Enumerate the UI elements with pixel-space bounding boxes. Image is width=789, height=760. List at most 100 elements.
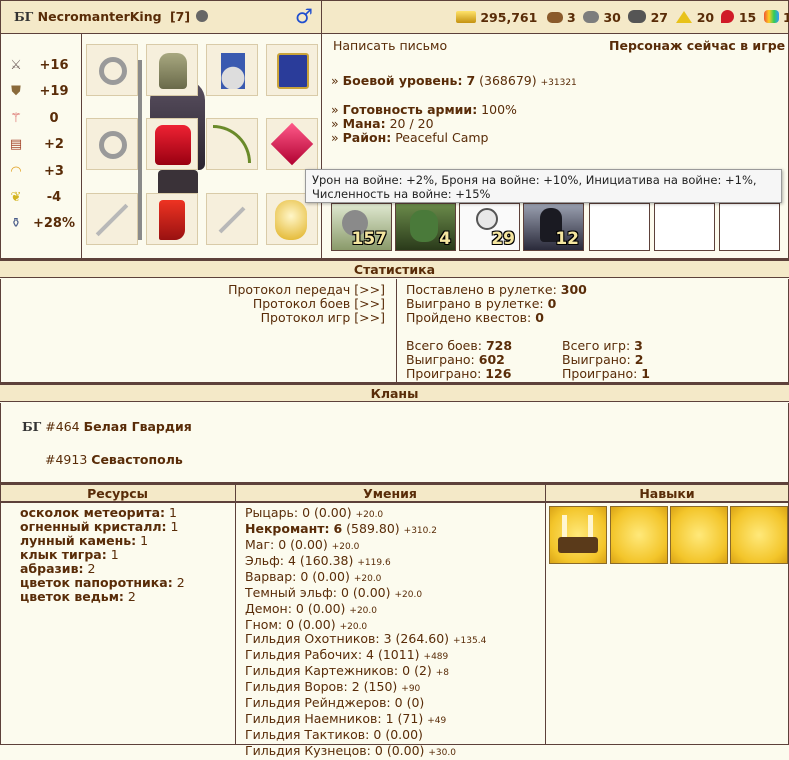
stat-initiative-value: +28% bbox=[32, 216, 75, 231]
faction-delta: +310.2 bbox=[403, 526, 437, 536]
stat-knowledge: ▤ +2 bbox=[0, 137, 82, 159]
player-name-link[interactable]: NecromanterKing bbox=[38, 9, 162, 24]
guild-delta: +135.4 bbox=[453, 636, 487, 646]
stat-morale-value: -4 bbox=[46, 190, 62, 205]
guild-value: (0) bbox=[406, 695, 425, 710]
stat-initiative: ⚱ +28% bbox=[0, 216, 82, 238]
value: 728 bbox=[485, 338, 513, 353]
district-row: » Район: Peaceful Camp bbox=[331, 131, 488, 145]
combat-level-label: Боевой уровень: bbox=[342, 73, 463, 88]
resource-count: 1 bbox=[140, 533, 149, 548]
equip-ruby[interactable] bbox=[266, 118, 318, 170]
mercury-icon bbox=[628, 10, 647, 23]
game-log-link[interactable]: [>>] bbox=[354, 310, 385, 325]
transfer-log-link[interactable]: [>>] bbox=[354, 282, 385, 297]
guild-value: (0.00) bbox=[386, 743, 425, 758]
resource-count: 2 bbox=[176, 575, 185, 590]
mana-value: 20 / 20 bbox=[389, 116, 434, 131]
book-icon: ▤ bbox=[9, 137, 23, 152]
armor-icon bbox=[155, 125, 191, 165]
equip-armor[interactable] bbox=[146, 118, 198, 170]
online-status: Персонаж сейчас в игре bbox=[609, 38, 786, 53]
candles-book-icon bbox=[558, 537, 598, 553]
equip-ring-2[interactable] bbox=[86, 118, 138, 170]
army-ready-row: » Готовность армии: 100% bbox=[331, 103, 517, 117]
player-level: [7] bbox=[169, 9, 191, 24]
bullet: » bbox=[331, 130, 339, 145]
talent-slot-4[interactable] bbox=[730, 506, 788, 564]
stat-defense: ⛊ +19 bbox=[0, 84, 82, 106]
faction-name: Некромант: bbox=[245, 521, 330, 536]
clans-header: Кланы bbox=[0, 383, 789, 402]
equip-boots[interactable] bbox=[146, 193, 198, 245]
guild-level: 0 bbox=[373, 727, 382, 742]
battle-log-row: Протокол боев [>>] bbox=[253, 297, 385, 311]
faction-row: Рыцарь: 0 (0.00) +20.0 bbox=[245, 506, 437, 522]
guild-level: 4 bbox=[366, 647, 374, 662]
army-slot-6 bbox=[654, 203, 715, 251]
write-letter-link[interactable]: Написать письмо bbox=[333, 39, 447, 53]
equip-spellbook[interactable] bbox=[266, 44, 318, 96]
guild-value: (0.00) bbox=[385, 727, 423, 742]
games-lost: Проиграно: 1 bbox=[562, 367, 650, 381]
army-slot-1[interactable]: 157 bbox=[331, 203, 392, 251]
equip-ring-1[interactable] bbox=[86, 44, 138, 96]
faction-name: Гном: bbox=[245, 617, 283, 632]
gems-icon bbox=[763, 10, 779, 23]
label: Всего боев: bbox=[406, 338, 482, 353]
dagger-icon bbox=[218, 206, 246, 234]
equip-dagger[interactable] bbox=[206, 193, 258, 245]
value: 300 bbox=[560, 282, 587, 297]
army-slot-4[interactable]: 12 bbox=[523, 203, 584, 251]
guild-row: Гильдия Воров: 2 (150) +90 bbox=[245, 680, 486, 696]
value: 0 bbox=[547, 296, 557, 311]
equip-sword[interactable] bbox=[86, 193, 138, 245]
clan-link[interactable]: #4913 bbox=[45, 452, 87, 467]
guild-value: (2) bbox=[414, 663, 432, 678]
skeleton-icon bbox=[476, 208, 498, 230]
resource-count: 2 bbox=[127, 589, 136, 604]
game-log-row: Протокол игр [>>] bbox=[261, 311, 385, 325]
talent-slot-1[interactable] bbox=[549, 506, 607, 564]
guild-row: Гильдия Тактиков: 0 (0.00) bbox=[245, 728, 486, 744]
guild-level-link[interactable]: 3 bbox=[384, 631, 392, 646]
army-slot-3[interactable]: 29 bbox=[459, 203, 520, 251]
faction-row: Некромант: 6 (589.80) +310.2 bbox=[245, 522, 437, 538]
district-link[interactable]: Peaceful Camp bbox=[395, 130, 488, 145]
faction-row: Демон: 0 (0.00) +20.0 bbox=[245, 602, 437, 618]
talent-slot-3[interactable] bbox=[670, 506, 728, 564]
crystal-icon bbox=[721, 10, 735, 23]
clans-panel bbox=[0, 403, 789, 483]
guild-value: (150) bbox=[363, 679, 398, 694]
sulfur-value: 20 bbox=[696, 10, 715, 25]
guild-name: Гильдия Рейнджеров: bbox=[245, 695, 391, 710]
equip-medal[interactable] bbox=[206, 44, 258, 96]
guild-row: Гильдия Кузнецов: 0 (0.00) +30.0 bbox=[245, 744, 486, 760]
ring-icon bbox=[99, 131, 127, 159]
battle-log-link[interactable]: [>>] bbox=[354, 296, 385, 311]
equip-bow[interactable] bbox=[206, 118, 258, 170]
transfer-log-row: Протокол передач [>>] bbox=[228, 283, 385, 297]
army-ready-label: Готовность армии: bbox=[342, 102, 478, 117]
army-slot-2[interactable]: 4 bbox=[395, 203, 456, 251]
equip-cloak[interactable] bbox=[146, 44, 198, 96]
resource-name: огненный кристалл: bbox=[20, 519, 167, 534]
faction-value: 4 (160.38) bbox=[287, 553, 354, 568]
resource-item: цветок папоротника: 2 bbox=[20, 576, 185, 590]
guild-level: 0 bbox=[394, 695, 403, 710]
bullet: » bbox=[331, 116, 339, 131]
stat-spellpower: ⚚ 0 bbox=[0, 111, 82, 133]
faction-delta: +119.6 bbox=[357, 558, 391, 568]
talent-slot-2[interactable] bbox=[610, 506, 668, 564]
label: Всего игр: bbox=[562, 338, 631, 353]
crystal-value: 15 bbox=[738, 10, 757, 25]
value: 3 bbox=[634, 338, 643, 353]
guild-level: 0 bbox=[402, 663, 411, 678]
guild-name: Гильдия Тактиков: bbox=[245, 727, 370, 742]
stat-luck-value: +3 bbox=[44, 164, 64, 179]
label: Пройдено квестов: bbox=[406, 310, 532, 325]
roulette-won: Выиграно в рулетке: 0 bbox=[406, 297, 556, 311]
resource-item: клык тигра: 1 bbox=[20, 548, 185, 562]
wood-icon bbox=[546, 12, 563, 23]
clan-link[interactable]: #464 bbox=[45, 419, 79, 434]
